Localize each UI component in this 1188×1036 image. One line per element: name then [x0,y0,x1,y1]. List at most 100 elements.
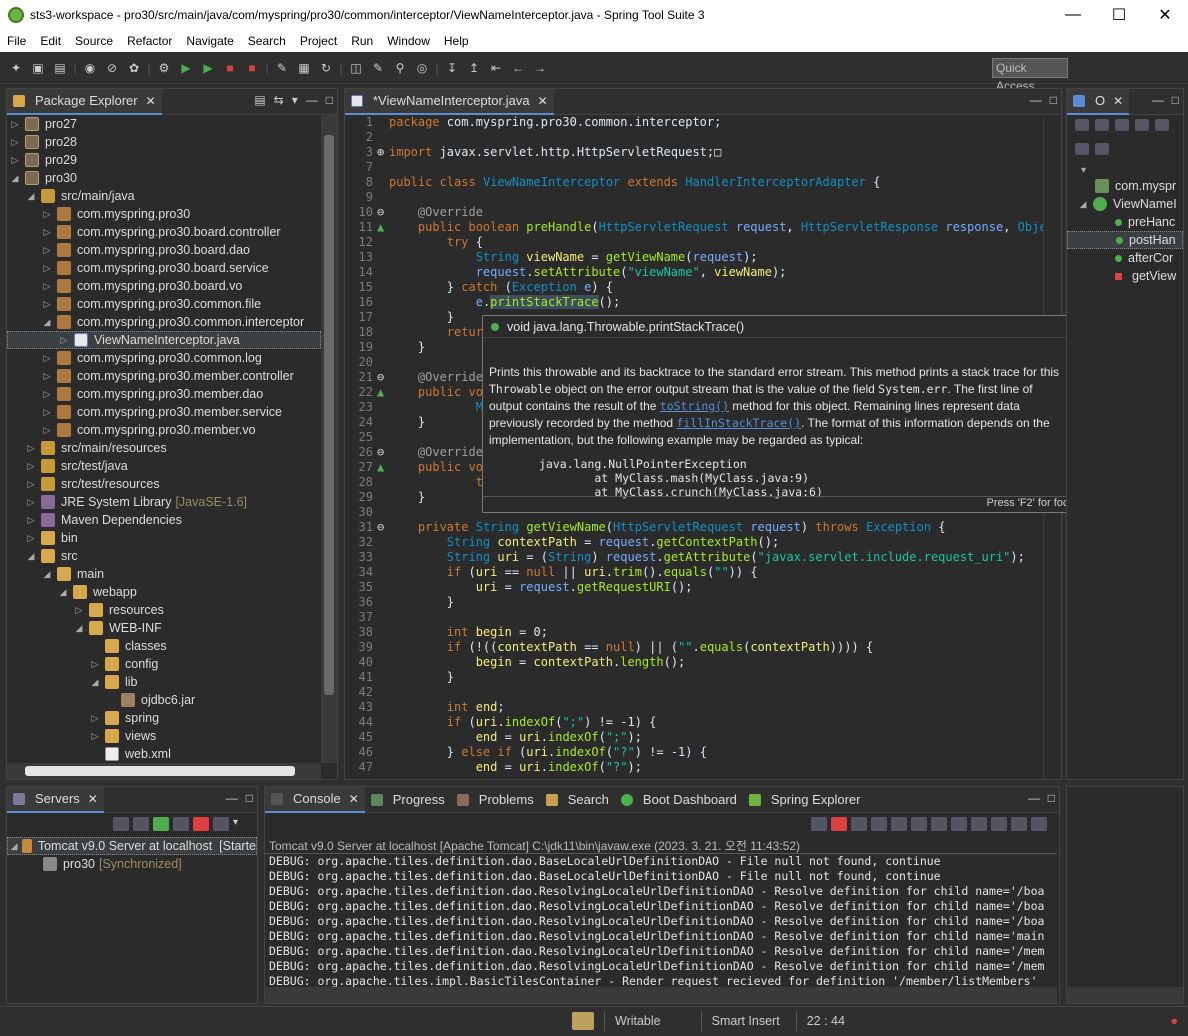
tree-item[interactable]: ▷ src/test/resources [7,475,321,493]
skip-breakpoints-icon[interactable]: ⊘ [102,58,122,78]
pin-console-icon[interactable] [971,817,987,831]
horizontal-scrollbar[interactable] [7,763,321,779]
tree-item[interactable]: ▷ pro29 [7,151,321,169]
collapse-icon[interactable]: ◢ [1077,199,1089,210]
tree-item[interactable]: ▷ com.myspring.pro30.member.service [7,403,321,421]
maximize-button[interactable]: ☐ [1096,0,1142,30]
tree-item[interactable]: ▷ com.myspring.pro30.board.controller [7,223,321,241]
expand-icon[interactable]: ▷ [9,137,21,148]
tree-item[interactable]: ◢ main [7,565,321,583]
tree-item[interactable]: ▷ com.myspring.pro30.member.controller [7,367,321,385]
tab-problems[interactable]: Problems [451,787,540,813]
expand-icon[interactable]: ▷ [41,425,53,436]
hide-local-types-icon[interactable] [1155,119,1169,131]
expand-icon[interactable]: ▷ [41,389,53,400]
tostring-link[interactable]: toString() [660,399,729,413]
server-row[interactable]: ◢ Tomcat v9.0 Server at localhost [Starte [7,837,257,855]
tree-item[interactable]: ◢ webapp [7,583,321,601]
tree-item[interactable]: ▷ com.myspring.pro30.member.dao [7,385,321,403]
remove-all-icon[interactable] [871,817,887,831]
tree-item[interactable]: ▷ com.myspring.pro30.board.service [7,259,321,277]
menu-run[interactable]: Run [344,34,380,48]
expand-icon[interactable]: ▷ [73,605,85,616]
horizontal-scrollbar[interactable] [1067,987,1183,1003]
collapse-icon[interactable]: ◢ [73,623,85,634]
previous-annotation-icon[interactable]: ↥ [464,58,484,78]
tab-editor-file[interactable]: *ViewNameInterceptor.java ✕ [345,88,554,115]
show-stderr-icon[interactable] [951,817,967,831]
tab-outline[interactable]: O ✕ [1067,88,1130,115]
tree-item[interactable]: ◢ src/main/java [7,187,321,205]
new-server-icon[interactable] [113,817,129,831]
tree-item-selected[interactable]: ▷ ViewNameInterceptor.java [7,331,321,349]
tree-item[interactable]: ▷ Maven Dependencies [7,511,321,529]
save-icon[interactable]: ▣ [28,58,48,78]
new-icon[interactable]: ✦ [6,58,26,78]
outline-menu-icon[interactable]: ▾ [1067,165,1183,177]
expand-icon[interactable]: ▷ [25,497,37,508]
expand-icon[interactable]: ▷ [41,299,53,310]
hide-static-icon[interactable] [1115,119,1129,131]
maximize-view-icon[interactable]: □ [1172,93,1179,107]
outline-item[interactable]: ◢ ViewNameI [1067,195,1183,213]
expand-icon[interactable]: ▷ [41,281,53,292]
outline-item-selected[interactable]: postHan [1067,231,1183,249]
outline-item[interactable]: preHanc [1067,213,1183,231]
start-server-icon[interactable] [153,817,169,831]
tab-spring-explorer[interactable]: Spring Explorer [743,787,867,813]
vertical-scrollbar[interactable] [321,115,337,763]
tree-item[interactable]: ◢ lib [7,673,321,691]
expand-icon[interactable]: ▷ [41,371,53,382]
menu-source[interactable]: Source [68,34,120,48]
scroll-thumb[interactable] [25,766,295,776]
link-with-editor-icon[interactable]: ⇆ [274,93,284,107]
scroll-thumb[interactable] [324,135,334,695]
tab-progress[interactable]: Progress [365,787,451,813]
open-type-icon[interactable]: ◫ [346,58,366,78]
expand-icon[interactable]: ▷ [89,659,101,670]
tree-item[interactable]: ▷ src/test/java [7,457,321,475]
expand-icon[interactable]: ▷ [25,461,37,472]
collapse-icon[interactable]: ◢ [41,569,53,580]
expand-icon[interactable]: ▷ [58,335,70,346]
restart-icon[interactable] [811,817,827,831]
expand-icon[interactable]: ▷ [25,533,37,544]
outline-item[interactable]: com.myspr [1067,177,1183,195]
expand-icon[interactable]: ▷ [41,353,53,364]
new-java-project-icon[interactable]: ✎ [272,58,292,78]
outline-item[interactable]: getView [1067,267,1183,285]
menu-refactor[interactable]: Refactor [120,34,179,48]
collapse-icon[interactable]: ◢ [10,841,18,852]
expand-icon[interactable]: ▷ [41,263,53,274]
run-external-icon[interactable]: ▶ [198,58,218,78]
remove-launch-icon[interactable] [851,817,867,831]
menu-search[interactable]: Search [241,34,293,48]
close-icon[interactable]: ✕ [538,94,548,108]
view-menu-icon[interactable]: ▾ [233,817,249,831]
save-all-icon[interactable]: ▤ [50,58,70,78]
tree-item[interactable]: ◢ WEB-INF [7,619,321,637]
tab-console[interactable]: Console ✕ [265,786,365,813]
expand-icon[interactable]: ▷ [41,245,53,256]
debug-icon[interactable]: ◉ [80,58,100,78]
minimize-view-icon[interactable]: — [1030,93,1042,107]
tree-item[interactable]: ▷ com.myspring.pro30.board.dao [7,241,321,259]
view-menu-icon[interactable]: ▾ [292,93,298,107]
link-icon[interactable] [1095,143,1109,155]
outline-item[interactable]: afterCor [1067,249,1183,267]
sort-icon[interactable] [1075,119,1089,131]
show-stdout-icon[interactable] [931,817,947,831]
collapse-icon[interactable]: ◢ [25,551,37,562]
tree-item[interactable]: ojdbc6.jar [7,691,321,709]
expand-icon[interactable]: ▷ [89,731,101,742]
tree-item[interactable]: ▷ com.myspring.pro30.common.file [7,295,321,313]
close-icon[interactable]: ✕ [349,792,359,806]
collapse-icon[interactable]: ◢ [41,317,53,328]
back-icon[interactable]: ← [508,58,528,78]
terminate-icon[interactable]: ■ [242,58,262,78]
menu-navigate[interactable]: Navigate [179,34,240,48]
word-wrap-icon[interactable] [911,817,927,831]
display-console-icon[interactable] [991,817,1007,831]
stop-server-icon[interactable] [193,817,209,831]
publish-icon[interactable] [213,817,229,831]
